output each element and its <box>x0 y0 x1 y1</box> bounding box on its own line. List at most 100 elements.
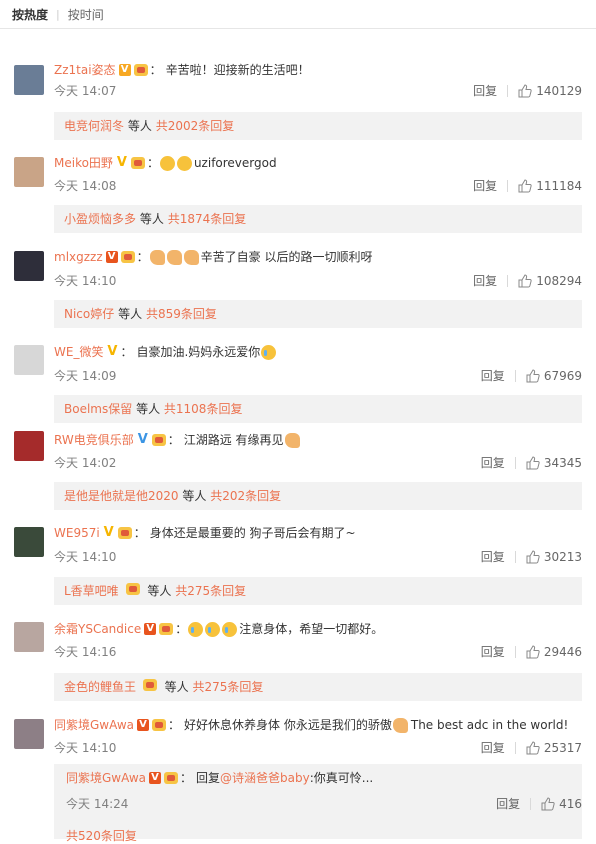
username[interactable]: 余霜YSCandice <box>54 621 141 637</box>
thread-count-link[interactable]: 共275条回复 <box>175 584 246 598</box>
reply-thread-summary[interactable]: L香草吧唯 等人 共275条回复 <box>54 577 582 605</box>
reply-button[interactable]: 回复 <box>481 454 505 471</box>
like-button[interactable]: 67969 <box>526 369 582 383</box>
comment-header: WE957i V ： 身体还是最重要的 狗子哥后会有期了~ <box>54 525 356 541</box>
comment-actions: 回复 108294 <box>473 272 582 289</box>
divider <box>507 274 509 287</box>
thread-count-link[interactable]: 共1874条回复 <box>168 212 247 226</box>
like-button[interactable]: 30213 <box>526 550 582 564</box>
reply-button[interactable]: 回复 <box>481 739 505 756</box>
thread-count-link[interactable]: 共275条回复 <box>193 680 264 694</box>
colon: ： <box>146 156 159 170</box>
sub-reply-text: :你真可怜... <box>309 771 374 785</box>
avatar[interactable] <box>14 622 44 652</box>
thread-etc: 等人 <box>182 489 207 503</box>
reply-thread-summary[interactable]: Boelms保留 等人 共1108条回复 <box>54 395 582 423</box>
like-button[interactable]: 34345 <box>526 456 582 470</box>
comment-header: WE_微笑 V ： 自豪加油.妈妈永远爱你 <box>54 344 277 360</box>
reply-button[interactable]: 回复 <box>473 82 497 99</box>
colon: ： <box>167 433 180 447</box>
divider <box>507 84 509 97</box>
thread-count-link[interactable]: 共859条回复 <box>146 307 217 321</box>
tab-separator: | <box>56 7 60 21</box>
comment-text: 辛苦啦！迎接新的生活吧！ <box>165 63 310 77</box>
sub-reply: 同紫境GwAwa V ： 回复 @诗涵爸爸baby :你真可怜... 今天 14… <box>54 764 582 843</box>
crying-face-emoji-icon <box>188 621 204 637</box>
reply-button[interactable]: 回复 <box>473 177 497 194</box>
avatar[interactable] <box>14 65 44 95</box>
reply-button[interactable]: 回复 <box>481 548 505 565</box>
like-button[interactable]: 25317 <box>526 741 582 755</box>
avatar[interactable] <box>14 251 44 281</box>
member-crown-icon <box>130 157 145 169</box>
username[interactable]: WE_微笑 <box>54 344 103 360</box>
thread-etc: 等人 <box>147 584 172 598</box>
tab-sort-by-time[interactable]: 按时间 <box>68 6 104 23</box>
reply-thread-summary[interactable]: 是他是他就是他2020 等人 共202条回复 <box>54 482 582 510</box>
crying-face-emoji-icon <box>222 621 238 637</box>
reply-button[interactable]: 回复 <box>481 643 505 660</box>
avatar[interactable] <box>14 157 44 187</box>
username[interactable]: 同紫境GwAwa <box>54 717 134 733</box>
avatar[interactable] <box>14 527 44 557</box>
crying-face-emoji-icon <box>261 344 277 360</box>
praying-hands-emoji-icon <box>284 432 300 448</box>
like-button[interactable]: 108294 <box>518 274 582 288</box>
divider <box>514 369 516 382</box>
thread-count-link[interactable]: 共2002条回复 <box>156 119 235 133</box>
reply-thread-summary[interactable]: Nico婷仔 等人 共859条回复 <box>54 300 582 328</box>
thread-username[interactable]: 小盈烦恼多多 <box>64 212 136 226</box>
comment-time: 今天 14:10 <box>54 274 117 288</box>
reply-button[interactable]: 回复 <box>473 272 497 289</box>
thread-count-link[interactable]: 共1108条回复 <box>164 402 243 416</box>
username[interactable]: Meiko田野 <box>54 155 113 171</box>
thread-username[interactable]: L香草吧唯 <box>64 584 119 598</box>
verified-icon: V <box>137 719 150 731</box>
username[interactable]: WE957i <box>54 525 100 541</box>
username[interactable]: Zz1tai姿态 <box>54 62 116 78</box>
reply-thread-summary[interactable]: 金色的鲤鱼王 等人 共275条回复 <box>54 673 582 701</box>
member-crown-icon <box>142 679 157 691</box>
comment-header: 同紫境GwAwa V ： 好好休息休养身体 你永远是我们的骄傲 The best… <box>54 717 568 733</box>
comment-header: RW电竞俱乐部 V ： 江湖路远 有缘再见 <box>54 432 301 448</box>
like-count: 111184 <box>536 178 582 193</box>
like-count: 108294 <box>536 273 582 288</box>
member-crown-icon <box>125 583 140 595</box>
sad-face-emoji-icon <box>159 155 175 171</box>
thumbs-up-icon <box>518 83 532 97</box>
thread-username[interactable]: Nico婷仔 <box>64 307 114 321</box>
like-button[interactable]: 416 <box>541 797 582 811</box>
thumbs-up-icon <box>526 549 540 563</box>
like-button[interactable]: 29446 <box>526 645 582 659</box>
tab-sort-by-hot[interactable]: 按热度 <box>12 6 48 23</box>
username[interactable]: RW电竞俱乐部 <box>54 432 134 448</box>
thread-username[interactable]: Boelms保留 <box>64 402 132 416</box>
reply-button[interactable]: 回复 <box>481 367 505 384</box>
avatar[interactable] <box>14 719 44 749</box>
comment-text: 江湖路远 有缘再见 <box>183 433 284 447</box>
avatar[interactable] <box>14 431 44 461</box>
reply-button[interactable]: 回复 <box>496 795 520 812</box>
thread-etc: 等人 <box>136 402 161 416</box>
like-button[interactable]: 140129 <box>518 84 582 98</box>
comment-text: 辛苦了自豪 以后的路一切顺利呀 <box>200 250 373 264</box>
comment-time: 今天 14:10 <box>54 550 117 564</box>
reply-thread-summary[interactable]: 电竞何润冬 等人 共2002条回复 <box>54 112 582 140</box>
thread-count-link[interactable]: 共202条回复 <box>210 489 281 503</box>
thread-etc: 等人 <box>139 212 164 226</box>
divider <box>530 797 532 810</box>
more-replies-link[interactable]: 共520条回复 <box>66 827 137 844</box>
thread-username[interactable]: 是他是他就是他2020 <box>64 489 179 503</box>
comment-actions: 回复 30213 <box>481 548 582 565</box>
member-crown-icon <box>120 251 135 263</box>
verified-icon: V <box>116 155 127 170</box>
sub-reply-username[interactable]: 同紫境GwAwa <box>66 770 146 786</box>
avatar[interactable] <box>14 345 44 375</box>
username[interactable]: mlxgzzz <box>54 249 103 265</box>
thread-username[interactable]: 金色的鲤鱼王 <box>64 680 136 694</box>
comment-time: 今天 14:10 <box>54 741 117 755</box>
like-button[interactable]: 111184 <box>518 179 582 193</box>
thread-username[interactable]: 电竞何润冬 <box>64 119 124 133</box>
reply-thread-summary[interactable]: 小盈烦恼多多 等人 共1874条回复 <box>54 205 582 233</box>
mention-link[interactable]: @诗涵爸爸baby <box>220 770 310 786</box>
